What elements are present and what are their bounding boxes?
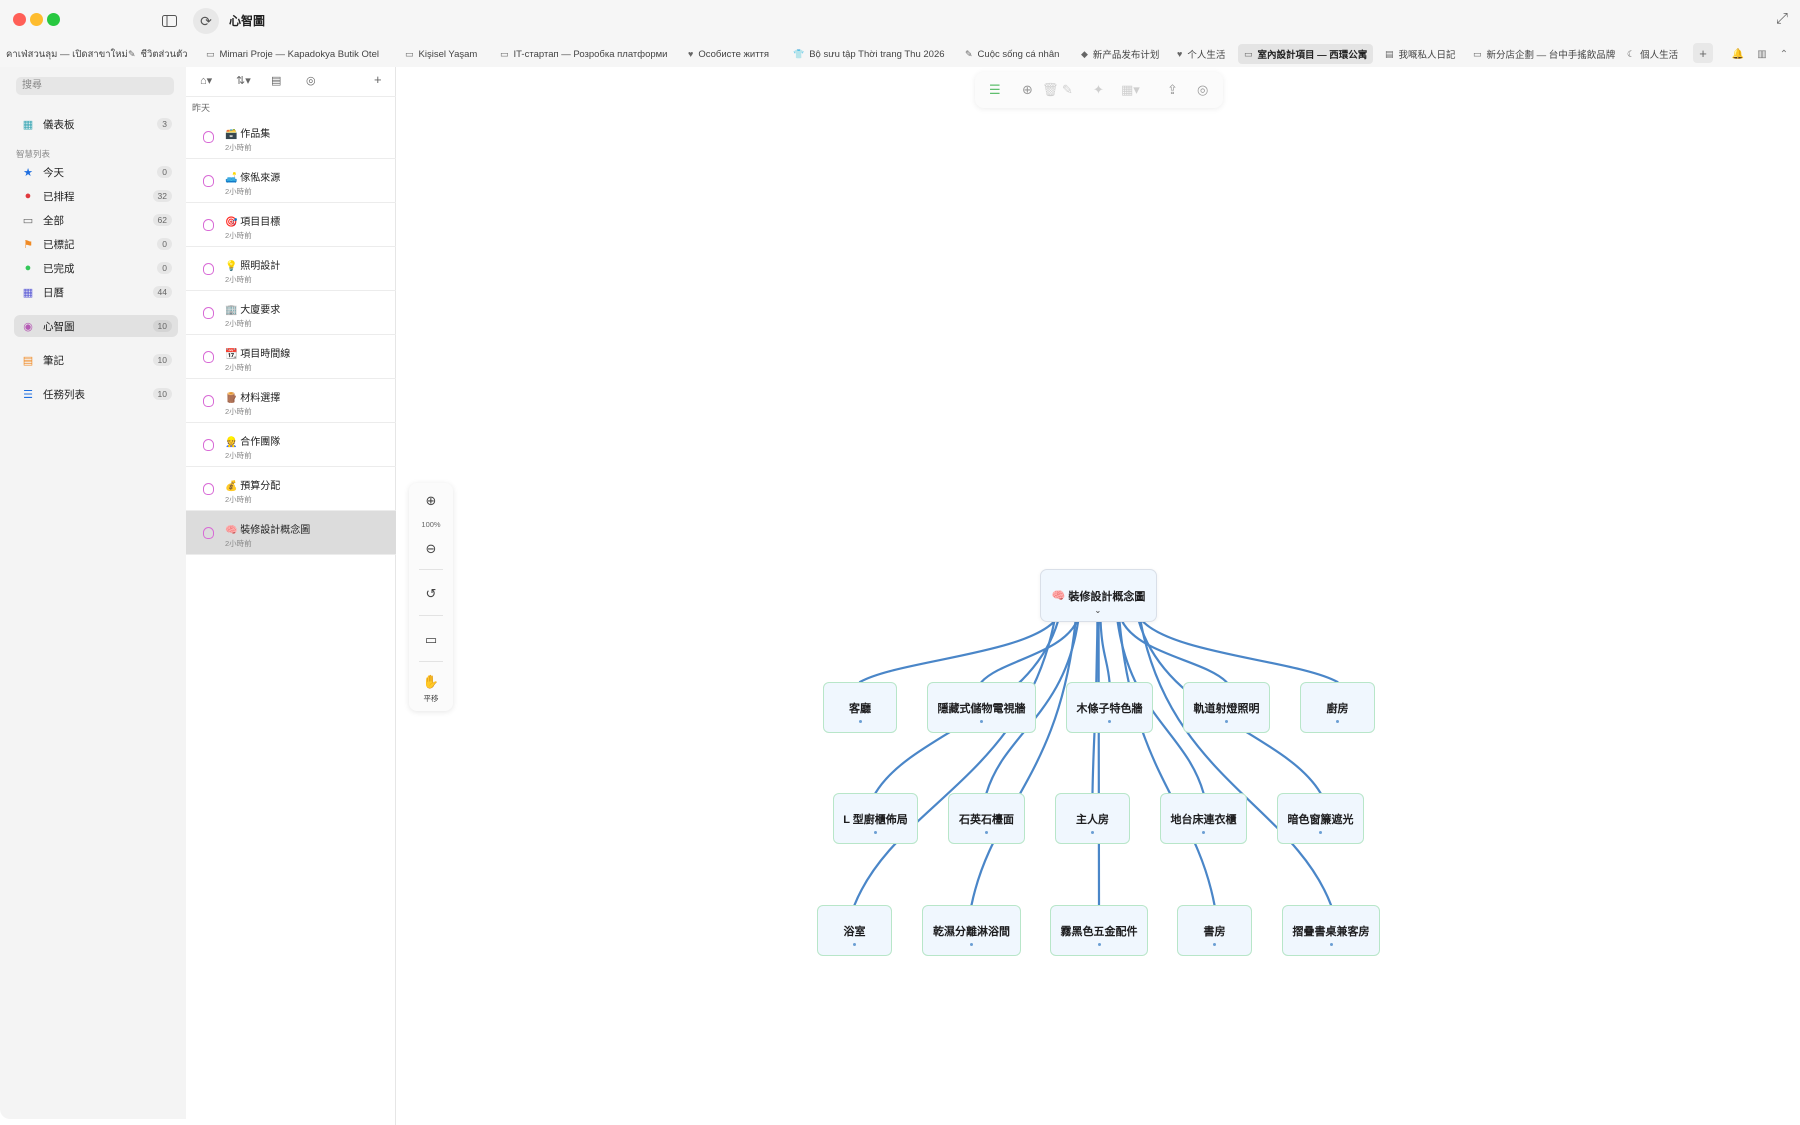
node-label: L 型廚櫃佈局 [843, 813, 908, 826]
node-dot [853, 943, 856, 946]
node-dot [1225, 720, 1228, 723]
node-label: 石英石檯面 [959, 813, 1014, 826]
node-label: 書房 [1203, 925, 1226, 938]
mindmap-link [1118, 618, 1216, 907]
node-dot [858, 720, 862, 723]
mindmap-node[interactable]: 隱藏式儲物電視牆 [927, 682, 1036, 733]
mindmap-node[interactable]: L 型廚櫃佈局 [833, 793, 918, 844]
mindmap-node[interactable]: 地台床連衣櫃 [1160, 793, 1247, 844]
mindmap-node[interactable]: 浴室 [817, 905, 892, 956]
mindmap-node[interactable]: 廚房 [1300, 682, 1375, 733]
node-dot [970, 943, 973, 946]
mindmap-node[interactable]: 摺疊書桌兼客房 [1282, 905, 1380, 956]
root-label: 裝修設計概念圖 [1068, 590, 1146, 603]
chevron-down-icon[interactable]: ⌄ [1095, 606, 1102, 615]
node-dot [874, 831, 877, 834]
node-dot [980, 720, 983, 723]
node-label: 摺疊書桌兼客房 [1292, 925, 1370, 938]
mindmap-link [858, 618, 1057, 684]
mindmap-link [1099, 618, 1111, 684]
node-label: 客廳 [849, 702, 871, 715]
mindmap-link [1140, 618, 1339, 684]
mindmap-links [853, 618, 1339, 907]
mindmap-link [970, 618, 1077, 907]
node-label: 主人房 [1076, 813, 1109, 826]
node-dot [1329, 943, 1333, 946]
node-label: 木條子特色牆 [1076, 702, 1143, 715]
node-label: 浴室 [843, 925, 866, 938]
node-label: 隱藏式儲物電視牆 [937, 702, 1026, 715]
node-label: 地台床連衣櫃 [1170, 813, 1237, 826]
mindmap-node[interactable]: 木條子特色牆 [1066, 682, 1153, 733]
mindmap-node[interactable]: 乾濕分離淋浴間 [922, 905, 1021, 956]
node-dot [985, 831, 988, 834]
node-dot [1091, 831, 1094, 834]
node-dot [1097, 943, 1101, 946]
node-label: 乾濕分離淋浴間 [933, 925, 1010, 938]
node-dot [1213, 943, 1216, 946]
mindmap-node[interactable]: 石英石檯面 [948, 793, 1025, 844]
node-label: 軌道射燈照明 [1193, 702, 1260, 715]
node-label: 暗色窗簾遮光 [1287, 813, 1354, 826]
root-emoji: 🧠 [1051, 590, 1066, 602]
mindmap-root-node[interactable]: 🧠 裝修設計概念圖 ⌄ [1040, 569, 1157, 622]
node-label: 霧黑色五金配件 [1060, 925, 1138, 938]
mindmap-node[interactable]: 暗色窗簾遮光 [1277, 793, 1364, 844]
node-dot [1336, 720, 1339, 723]
mindmap-node[interactable]: 軌道射燈照明 [1183, 682, 1270, 733]
node-dot [1202, 831, 1205, 834]
mindmap-link [853, 618, 1056, 907]
mindmap-node[interactable]: 客廳 [823, 682, 897, 733]
node-dot [1319, 831, 1322, 834]
mindmap-node[interactable]: 霧黑色五金配件 [1050, 905, 1148, 956]
node-label: 廚房 [1326, 702, 1349, 715]
mindmap-node[interactable]: 書房 [1177, 905, 1252, 956]
mindmap-node[interactable]: 主人房 [1055, 793, 1130, 844]
mindmap-link [1139, 618, 1333, 907]
node-dot [1108, 720, 1111, 723]
